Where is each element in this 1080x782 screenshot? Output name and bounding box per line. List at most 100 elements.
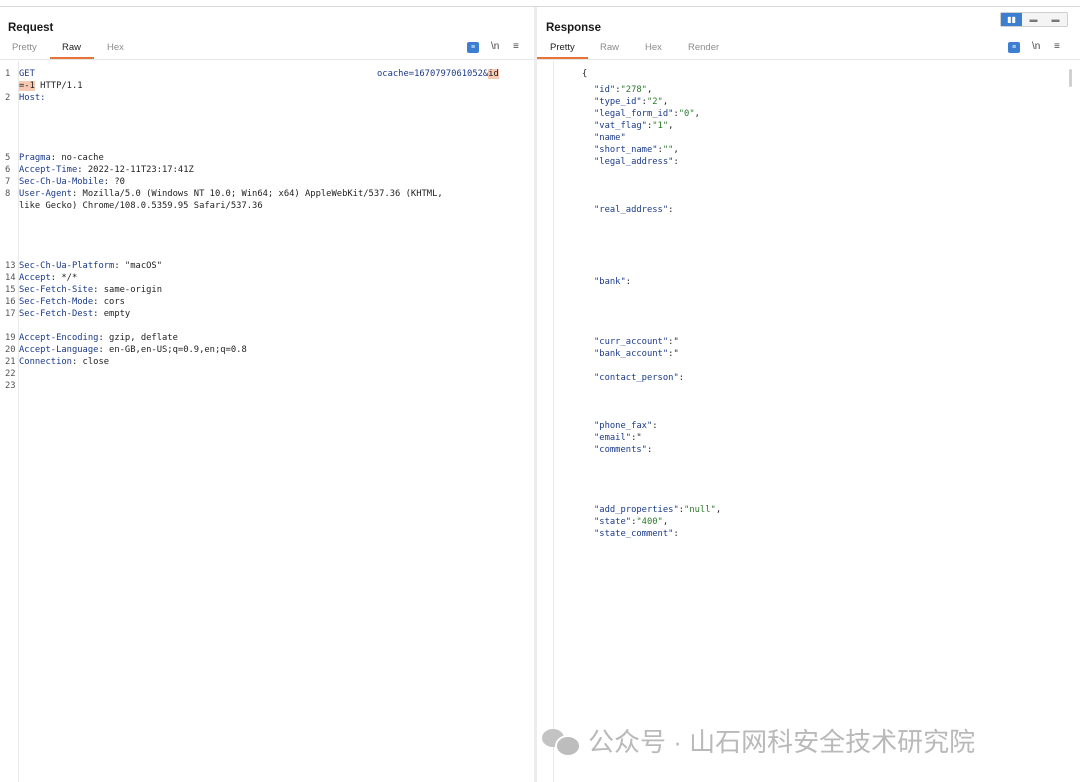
code-token: , — [668, 121, 674, 131]
line-number: 8 — [5, 189, 11, 199]
code-token: "id" — [594, 85, 616, 95]
code-token: "type_id" — [594, 97, 642, 107]
layout-stacked-icon[interactable]: ▬ — [1023, 13, 1044, 26]
code-token: : */* — [50, 273, 78, 283]
response-line: "short_name":"", — [594, 144, 679, 156]
response-line: "state":"400", — [594, 516, 668, 528]
code-token: "phone_fax" — [594, 421, 653, 431]
code-token: :" — [668, 349, 679, 359]
code-token: : same-origin — [93, 285, 163, 295]
line-number: 13 — [5, 261, 16, 271]
code-token: : close — [71, 357, 110, 367]
code-token: : ?0 — [103, 177, 125, 187]
tab-hex[interactable]: Hex — [645, 42, 662, 53]
code-token: =-1 — [19, 81, 35, 91]
response-tabbar-line — [537, 59, 1080, 60]
request-actions-icon[interactable]: ≡ — [467, 42, 479, 53]
code-token: Sec-Ch-Ua-Mobile — [19, 177, 104, 187]
tab-raw[interactable]: Raw — [600, 42, 619, 53]
code-token: , — [673, 145, 679, 155]
layout-side-by-side-icon[interactable]: ▮▮ — [1001, 13, 1022, 26]
line-number: 20 — [5, 345, 16, 355]
code-token: : — [673, 157, 679, 167]
code-token: : no-cache — [50, 153, 104, 163]
tab-raw[interactable]: Raw — [62, 42, 81, 53]
code-token: : "macOS" — [114, 261, 163, 271]
newline-icon[interactable]: \n — [1032, 41, 1040, 52]
response-line: "type_id":"2", — [594, 96, 668, 108]
request-line: Accept-Time: 2022-12-11T23:17:41Z — [19, 164, 194, 176]
request-line: Pragma: no-cache — [19, 152, 104, 164]
response-line: "state_comment": — [594, 528, 679, 540]
response-line: "email":" — [594, 432, 642, 444]
response-line: "add_properties":"null", — [594, 504, 721, 516]
layout-toggle: ▮▮ ▬ ▬ — [1000, 12, 1068, 27]
code-token: "add_properties" — [594, 505, 679, 515]
line-number: 15 — [5, 285, 16, 295]
response-line: { — [582, 68, 587, 80]
line-number: 21 — [5, 357, 16, 367]
code-token: : 2022-12-11T23:17:41Z — [77, 165, 194, 175]
response-line: "legal_form_id":"0", — [594, 108, 700, 120]
menu-icon[interactable]: ≡ — [1054, 41, 1060, 52]
watermark-text: 公众号 · 山石网科安全技术研究院 — [588, 726, 976, 757]
code-token: , — [715, 505, 722, 515]
tab-pretty[interactable]: Pretty — [12, 42, 37, 53]
code-token: "2" — [646, 97, 663, 107]
code-token: Sec-Ch-Ua-Platform — [19, 261, 115, 271]
code-token: Accept-Time — [19, 165, 78, 175]
response-line: "comments": — [594, 444, 652, 456]
request-line: Accept: */* — [19, 272, 77, 284]
response-tabs: Pretty Raw Hex Render — [537, 42, 1080, 60]
tab-render[interactable]: Render — [688, 42, 719, 53]
wechat-logo-icon — [542, 725, 581, 757]
request-line: GET — [19, 68, 35, 80]
line-number: 16 — [5, 297, 16, 307]
code-token: HTTP/1.1 — [34, 81, 83, 91]
code-token: : — [646, 445, 653, 455]
response-line: "vat_flag":"1", — [594, 120, 673, 132]
code-token: : — [673, 529, 679, 539]
line-number: 2 — [5, 93, 11, 103]
code-token: "state_comment" — [594, 529, 674, 539]
code-token: "contact_person" — [594, 373, 679, 383]
code-token: GET — [19, 69, 35, 79]
layout-single-icon[interactable]: ▬ — [1045, 13, 1066, 26]
code-token: : en-GB,en-US;q=0.9,en;q=0.8 — [98, 345, 247, 355]
request-line: Accept-Encoding: gzip, deflate — [19, 332, 178, 344]
line-number: 19 — [5, 333, 16, 343]
tab-hex[interactable]: Hex — [107, 42, 124, 53]
code-token: "0" — [678, 109, 695, 119]
code-token: Accept-Language — [19, 345, 99, 355]
tab-pretty[interactable]: Pretty — [550, 42, 575, 53]
response-line: "bank_account":" — [594, 348, 679, 360]
response-line: "curr_account":" — [594, 336, 679, 348]
code-token: "1" — [652, 121, 669, 131]
response-line: "phone_fax": — [594, 420, 658, 432]
code-token: "email" — [594, 433, 632, 443]
newline-icon[interactable]: \n — [491, 41, 499, 52]
code-token: :" — [631, 433, 642, 443]
code-token: : — [678, 373, 685, 383]
menu-icon[interactable]: ≡ — [513, 41, 519, 52]
response-actions-icon[interactable]: ≡ — [1008, 42, 1020, 53]
code-token: : — [668, 205, 674, 215]
line-number: 6 — [5, 165, 11, 175]
line-number: 23 — [5, 381, 16, 391]
code-token: User-Agent — [19, 189, 72, 199]
code-token: "bank_account" — [594, 349, 669, 359]
code-token: , — [662, 517, 669, 527]
request-line: Sec-Fetch-Dest: empty — [19, 308, 130, 320]
code-token: Pragma — [19, 153, 51, 163]
line-number: 14 — [5, 273, 16, 283]
code-token: Accept — [19, 273, 51, 283]
request-line: Sec-Fetch-Site: same-origin — [19, 284, 162, 296]
response-line: "name" — [594, 132, 626, 144]
code-token: : — [652, 421, 658, 431]
request-tabbar-line — [0, 59, 534, 60]
response-scrollbar[interactable] — [1069, 69, 1072, 87]
code-token: Host: — [19, 93, 46, 103]
code-token: Accept-Encoding — [19, 333, 99, 343]
request-line: Sec-Fetch-Mode: cors — [19, 296, 125, 308]
response-gutter — [537, 61, 554, 782]
